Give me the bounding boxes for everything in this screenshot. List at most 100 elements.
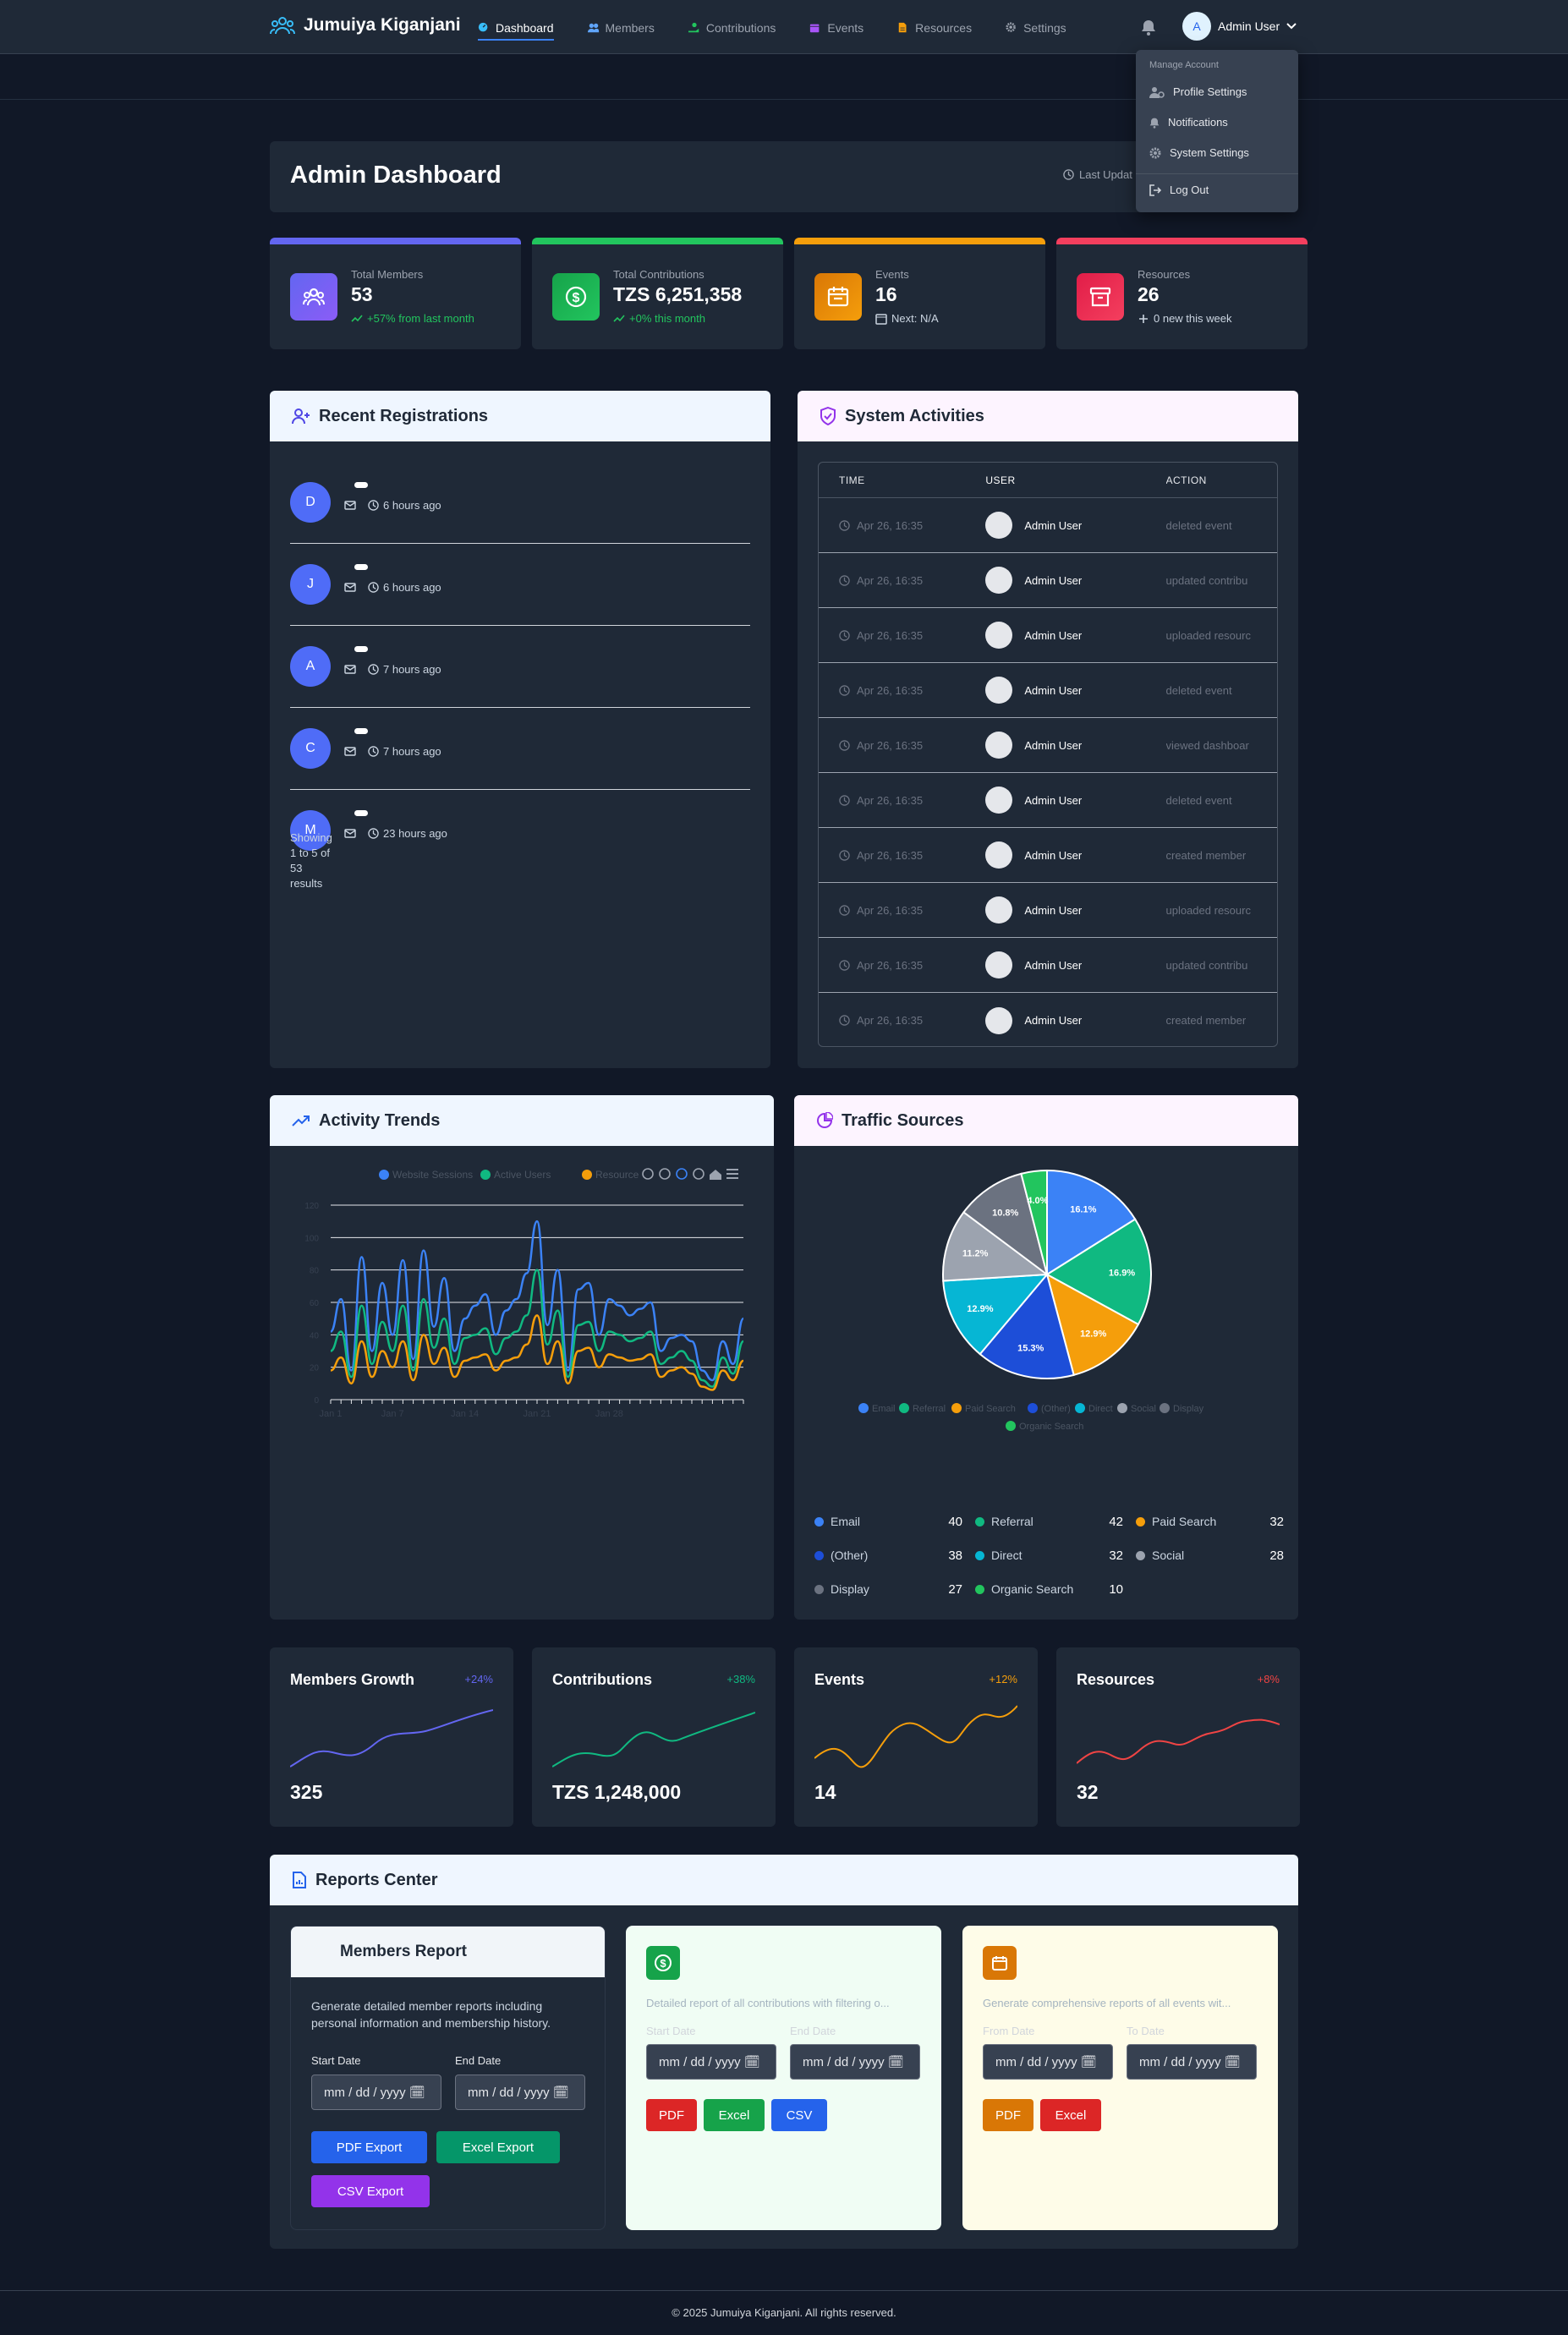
registration-time: 7 hours ago: [368, 745, 441, 758]
users-group-icon: [270, 15, 295, 36]
time-cell: Apr 26, 16:35: [819, 849, 985, 862]
start-date-input[interactable]: mm / dd / yyyy 🗓: [646, 2044, 776, 2080]
table-row[interactable]: Apr 26, 16:35 Admin User viewed dashboar: [819, 718, 1277, 773]
brand[interactable]: Jumuiya Kiganjani: [270, 15, 461, 36]
color-dot: [975, 1584, 984, 1594]
excel-button[interactable]: Excel: [704, 2099, 765, 2131]
stat-card[interactable]: $ Total Contributions TZS 6,251,358 +0% thi…: [532, 238, 783, 349]
menu-item-notifications[interactable]: Notifications: [1149, 116, 1228, 129]
from-date-input[interactable]: mm / dd / yyyy 🗓: [983, 2044, 1113, 2080]
nav-link-contributions[interactable]: Contributions: [688, 17, 776, 39]
source-value: 27: [948, 1581, 962, 1597]
zoom-out-icon[interactable]: [659, 1168, 671, 1180]
source-name: Display: [831, 1582, 869, 1596]
pie-chart-icon: [816, 1112, 833, 1129]
metric-card[interactable]: Resources +8% 32: [1056, 1647, 1300, 1827]
table-row[interactable]: Apr 26, 16:35 Admin User deleted event: [819, 663, 1277, 718]
legend-item[interactable]: Referral: [899, 1403, 946, 1414]
nav-link-dashboard[interactable]: Dashboard: [478, 17, 554, 41]
clock-icon: [839, 794, 850, 806]
registration-item[interactable]: D 6 hours ago: [290, 462, 750, 544]
registration-item[interactable]: M 23 hours ago: [290, 790, 750, 872]
activity-line-chart: Website Sessions Active Users Resource 0 20 4…: [304, 1168, 745, 1419]
zoom-in-icon[interactable]: [642, 1168, 654, 1180]
menu-item-profile-settings[interactable]: Profile Settings: [1149, 85, 1247, 98]
table-row[interactable]: Apr 26, 16:35 Admin User created member: [819, 828, 1277, 883]
pdf-button[interactable]: PDF: [983, 2099, 1033, 2131]
excel-export-button[interactable]: Excel Export: [436, 2131, 560, 2163]
table-row[interactable]: Apr 26, 16:35 Admin User created member: [819, 993, 1277, 1046]
y-tick-label: 120: [304, 1202, 319, 1211]
metric-card[interactable]: Contributions +38% TZS 1,248,000: [532, 1647, 776, 1827]
search-icon[interactable]: [676, 1168, 688, 1180]
home-icon[interactable]: [710, 1170, 721, 1180]
report-description: Generate detailed member reports includi…: [311, 1999, 551, 2030]
source-value: 28: [1269, 1548, 1284, 1563]
legend-item[interactable]: Organic Search: [1006, 1421, 1083, 1432]
metric-card[interactable]: Members Growth +24% 325: [270, 1647, 513, 1827]
table-row[interactable]: Apr 26, 16:35 Admin User deleted event: [819, 773, 1277, 828]
time-cell: Apr 26, 16:35: [819, 684, 985, 697]
metric-title: Contributions: [552, 1671, 652, 1688]
registration-item[interactable]: J 6 hours ago: [290, 544, 750, 626]
calendar-icon: 🗓: [408, 2086, 425, 2100]
x-tick-label: Jan 14: [451, 1409, 479, 1419]
nav-link-resources[interactable]: Resources: [897, 17, 972, 39]
clock-icon: [839, 904, 850, 916]
legend-label: Direct: [1088, 1404, 1113, 1414]
slice-label: 10.8%: [992, 1208, 1018, 1218]
end-date-input[interactable]: mm / dd / yyyy 🗓: [455, 2075, 585, 2110]
events-report-card: Generate comprehensive reports of all ev…: [962, 1926, 1278, 2230]
legend-item[interactable]: Active Users: [480, 1169, 551, 1181]
pan-hand-icon[interactable]: [693, 1168, 705, 1180]
csv-export-button[interactable]: CSV Export: [311, 2175, 430, 2207]
registration-item[interactable]: C 7 hours ago: [290, 708, 750, 790]
table-row[interactable]: Apr 26, 16:35 Admin User deleted event: [819, 498, 1277, 553]
legend-item[interactable]: Social: [1117, 1403, 1156, 1414]
table-row[interactable]: Apr 26, 16:35 Admin User updated contribu: [819, 938, 1277, 993]
end-date-input[interactable]: mm / dd / yyyy 🗓: [790, 2044, 920, 2080]
legend-label: Social: [1131, 1404, 1156, 1414]
stat-card[interactable]: Resources 26 0 new this week: [1056, 238, 1308, 349]
stat-card[interactable]: Events 16 Next: N/A: [794, 238, 1045, 349]
nav-link-members[interactable]: Members: [587, 17, 655, 39]
table-row[interactable]: Apr 26, 16:35 Admin User uploaded resourc: [819, 608, 1277, 663]
menu-item-label: Profile Settings: [1173, 85, 1247, 98]
metric-card[interactable]: Events +12% 14: [794, 1647, 1038, 1827]
to-date-input[interactable]: mm / dd / yyyy 🗓: [1127, 2044, 1257, 2080]
nav-link-events[interactable]: Events: [809, 17, 863, 39]
user-menu-button[interactable]: A Admin User: [1182, 12, 1297, 41]
legend-item[interactable]: Display: [1160, 1403, 1204, 1414]
time-ago: 6 hours ago: [383, 499, 441, 512]
registration-time: 23 hours ago: [368, 827, 447, 840]
stat-card[interactable]: Total Members 53 +57% from last month: [270, 238, 521, 349]
csv-button[interactable]: CSV: [771, 2099, 827, 2131]
last-updated-text: Last Updat: [1079, 168, 1132, 181]
legend-item[interactable]: (Other): [1028, 1403, 1071, 1414]
start-date-input[interactable]: mm / dd / yyyy 🗓: [311, 2075, 441, 2110]
bell-icon[interactable]: [1141, 19, 1156, 36]
nav-link-settings[interactable]: Settings: [1006, 17, 1066, 39]
y-tick-label: 60: [310, 1299, 320, 1308]
pdf-button[interactable]: PDF: [646, 2099, 697, 2131]
legend-item[interactable]: Website Sessions: [379, 1169, 473, 1181]
legend-item[interactable]: Email: [858, 1403, 896, 1414]
svg-text:$: $: [573, 291, 580, 305]
legend-item[interactable]: Paid Search: [951, 1403, 1016, 1414]
calendar-icon: [814, 273, 862, 321]
menu-item-logout[interactable]: Log Out: [1149, 184, 1209, 196]
table-row[interactable]: Apr 26, 16:35 Admin User uploaded resourc: [819, 883, 1277, 938]
menu-item-system-settings[interactable]: System Settings: [1149, 146, 1249, 159]
time-cell: Apr 26, 16:35: [819, 519, 985, 532]
report-description: Detailed report of all contributions wit…: [646, 1997, 890, 2009]
table-row[interactable]: Apr 26, 16:35 Admin User updated contribu: [819, 553, 1277, 608]
legend-item[interactable]: Direct: [1075, 1403, 1113, 1414]
legend-item[interactable]: Resource: [582, 1169, 639, 1181]
legend-marker: [582, 1170, 592, 1180]
menu-icon[interactable]: [726, 1169, 738, 1179]
pdf-export-button[interactable]: PDF Export: [311, 2131, 427, 2163]
excel-button[interactable]: Excel: [1040, 2099, 1101, 2131]
recent-registrations-card: Recent Registrations D 6 hours ago J 6 hour…: [270, 391, 770, 1068]
registration-item[interactable]: A 7 hours ago: [290, 626, 750, 708]
avatar: [985, 787, 1013, 814]
